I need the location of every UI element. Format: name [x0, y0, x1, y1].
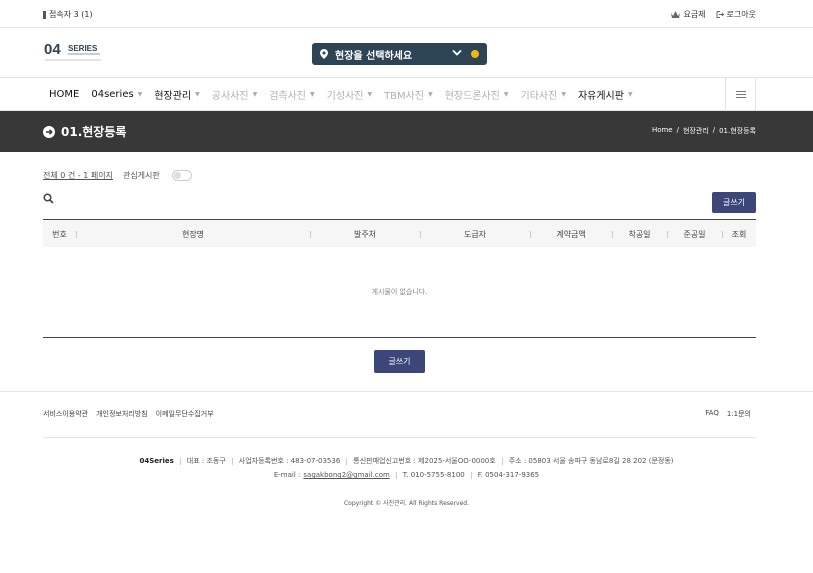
- breadcrumb-sep: /: [676, 126, 679, 134]
- page-title: 01.현장등록: [61, 125, 127, 139]
- nav-label: 자유게시판: [577, 91, 624, 102]
- company-tel: T. 010-5755-8100: [402, 471, 465, 479]
- write-button[interactable]: 글쓰기: [712, 192, 756, 213]
- nav-label: TBM사진: [384, 91, 425, 102]
- breadcrumb-home[interactable]: Home: [652, 126, 673, 136]
- site-select-label: 현장을 선택하세요: [335, 50, 413, 62]
- caret-down-icon: ▼: [367, 91, 373, 98]
- nav-item-home[interactable]: HOME: [49, 89, 79, 100]
- column-header-number[interactable]: 번호: [43, 220, 76, 248]
- add-site-icon[interactable]: [471, 50, 479, 58]
- nav-label: 기성사진: [326, 91, 364, 102]
- company-email-label: E-mail :: [273, 471, 301, 479]
- visitor-count-text: 접속자 3 (1): [49, 10, 93, 19]
- nav-item-construction-photos[interactable]: 공사사진 ▼: [212, 87, 257, 102]
- nav-label: 검측사진: [269, 91, 306, 102]
- footer-links: 서비스이용약관 개인정보처리방침 이메일무단수집거부: [43, 409, 214, 419]
- column-header-end-date[interactable]: 준공일: [667, 220, 722, 248]
- column-header-client[interactable]: 발주처: [310, 220, 420, 248]
- company-mail-order-number: 통신판매업신고번호 : 제2025-서울OO-0000호: [353, 457, 496, 465]
- nav-label: 공사사진: [211, 91, 249, 102]
- hamburger-menu-icon[interactable]: [725, 78, 756, 111]
- column-header-contract-amount[interactable]: 계약금액: [530, 220, 612, 248]
- site-select-dropdown[interactable]: 현장을 선택하세요: [312, 43, 487, 65]
- company-info: 04Series 대표 : 조동구 사업자등록번호 : 483-07-03536…: [0, 456, 813, 484]
- caret-down-icon: ▼: [310, 91, 315, 98]
- caret-down-icon: ▼: [195, 91, 200, 98]
- breadcrumb-current: 01.현장등록: [719, 127, 756, 135]
- nav-item-inspection-photos[interactable]: 검측사진 ▼: [269, 87, 314, 102]
- column-header-site-name[interactable]: 현장명: [76, 220, 310, 248]
- logo-text: SERIES: [68, 44, 98, 53]
- footer-right-links: FAQ 1:1문의: [705, 409, 751, 419]
- caret-down-icon: ▼: [627, 91, 633, 98]
- logo-number: 04: [44, 41, 61, 58]
- caret-down-icon: ▼: [252, 91, 258, 98]
- crown-icon: [671, 11, 681, 18]
- logout-icon: [716, 11, 724, 18]
- company-name: 04Series: [139, 457, 174, 465]
- caret-down-icon: ▼: [137, 91, 143, 98]
- site-logo[interactable]: 04 SERIES: [43, 39, 103, 65]
- company-fax: F. 0504-317-9365: [477, 471, 540, 479]
- nav-item-tbm-photos[interactable]: TBM사진 ▼: [384, 87, 433, 102]
- location-pin-icon: [320, 49, 328, 59]
- user-icon: [43, 10, 46, 19]
- company-email-link[interactable]: sagakbong2@gmail.com: [303, 471, 389, 479]
- footer-link-terms[interactable]: 서비스이용약관: [43, 409, 88, 419]
- nav-item-drone-photos[interactable]: 현장드론사진 ▼: [445, 87, 509, 102]
- nav-label: 현장드론사진: [444, 91, 500, 102]
- nav-label: 기타사진: [520, 91, 558, 102]
- footer-divider: [43, 437, 756, 438]
- footer-link-email-policy[interactable]: 이메일무단수집거부: [156, 409, 214, 419]
- caret-down-icon: ▼: [503, 91, 509, 98]
- nav-label: 현장관리: [154, 91, 192, 102]
- column-header-contractor[interactable]: 도급자: [420, 220, 530, 248]
- main-nav: HOME 04series ▼ 현장관리 ▼ 공사사진 ▼ 검측사진 ▼ 기성사진 ▼ T…: [0, 78, 813, 111]
- nav-item-free-board[interactable]: 자유게시판 ▼: [578, 87, 633, 102]
- column-header-start-date[interactable]: 착공일: [612, 220, 667, 248]
- logout-link[interactable]: 로그아웃: [716, 9, 756, 20]
- interest-board-label: 관심게시판: [122, 171, 160, 180]
- chevron-down-icon: [452, 49, 462, 56]
- caret-down-icon: ▼: [561, 91, 566, 98]
- footer-link-faq[interactable]: FAQ: [705, 409, 719, 419]
- copyright: Copyright © 사진관리. All Rights Reserved.: [343, 500, 470, 507]
- post-count: 전체 0 건 - 1 페이지: [43, 171, 113, 180]
- nav-item-progress-photos[interactable]: 기성사진 ▼: [327, 87, 372, 102]
- column-header-views[interactable]: 조회: [722, 220, 756, 248]
- logout-label: 로그아웃: [726, 10, 756, 19]
- nav-item-other-photos[interactable]: 기타사진 ▼: [521, 87, 566, 102]
- nav-item-04series[interactable]: 04series ▼: [91, 89, 142, 100]
- table-header: 번호 현장명 발주처 도급자 계약금액 착공일 준공일 조회: [43, 219, 756, 247]
- pricing-label: 요금제: [683, 10, 706, 19]
- write-button[interactable]: 글쓰기: [374, 350, 425, 373]
- header: 04 SERIES 현장을 선택하세요: [0, 28, 813, 78]
- breadcrumb-sep: /: [712, 126, 716, 134]
- top-bar: 접속자 3 (1) 요금제 로그아웃: [0, 0, 813, 28]
- company-biz-number: 사업자등록번호 : 483-07-03536: [238, 457, 341, 465]
- board-meta: 전체 0 건 - 1 페이지 관심게시판: [43, 170, 192, 181]
- nav-label: HOME: [49, 89, 80, 100]
- search-icon[interactable]: [43, 193, 54, 204]
- empty-message: 게시물이 없습니다.: [371, 288, 428, 296]
- page-banner: 01.현장등록 Home / 현장관리 / 01.현장등록: [0, 111, 813, 152]
- footer-link-privacy[interactable]: 개인정보처리방침: [96, 409, 148, 419]
- company-ceo: 대표 : 조동구: [186, 457, 226, 465]
- nav-label: 04series: [91, 89, 134, 100]
- nav-item-site-management[interactable]: 현장관리 ▼: [154, 87, 199, 102]
- breadcrumb: Home / 현장관리 / 01.현장등록: [652, 126, 756, 136]
- pricing-link[interactable]: 요금제: [671, 9, 706, 20]
- footer-link-inquiry[interactable]: 1:1문의: [727, 409, 751, 419]
- visitor-counter[interactable]: 접속자 3 (1): [43, 9, 93, 20]
- table-bottom-divider: [43, 337, 756, 338]
- interest-toggle[interactable]: [171, 170, 192, 181]
- logo-graphic: 04 SERIES: [43, 39, 103, 65]
- breadcrumb-site-management[interactable]: 현장관리: [683, 126, 709, 136]
- arrow-right-circle-icon: [43, 125, 55, 138]
- caret-down-icon: ▼: [428, 91, 433, 98]
- footer-divider: [0, 391, 813, 392]
- company-address: 주소 : 05803 서울 송파구 동남로8길 28 202 (문정동): [508, 457, 674, 465]
